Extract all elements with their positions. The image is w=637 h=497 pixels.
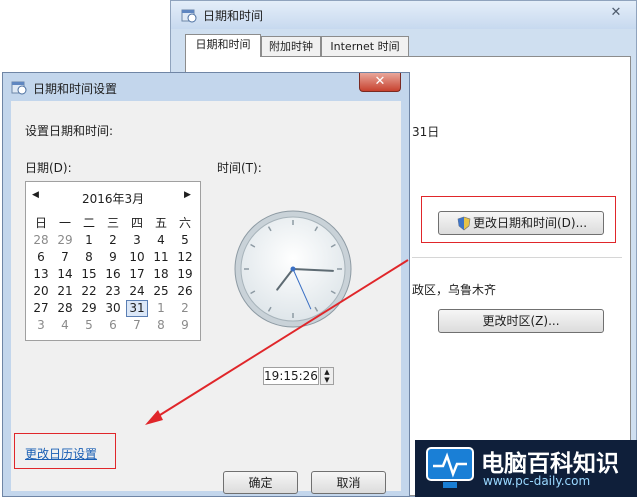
tab-label: 日期和时间 [195,38,251,51]
watermark-url: www.pc-daily.com [483,474,591,488]
watermark: 电脑百科知识 www.pc-daily.com [415,440,637,497]
annotation-arrow [145,259,409,425]
monitor-logo-icon [426,447,474,488]
watermark-title: 电脑百科知识 [481,451,619,477]
tab-date-time[interactable]: 日期和时间 [185,34,261,57]
